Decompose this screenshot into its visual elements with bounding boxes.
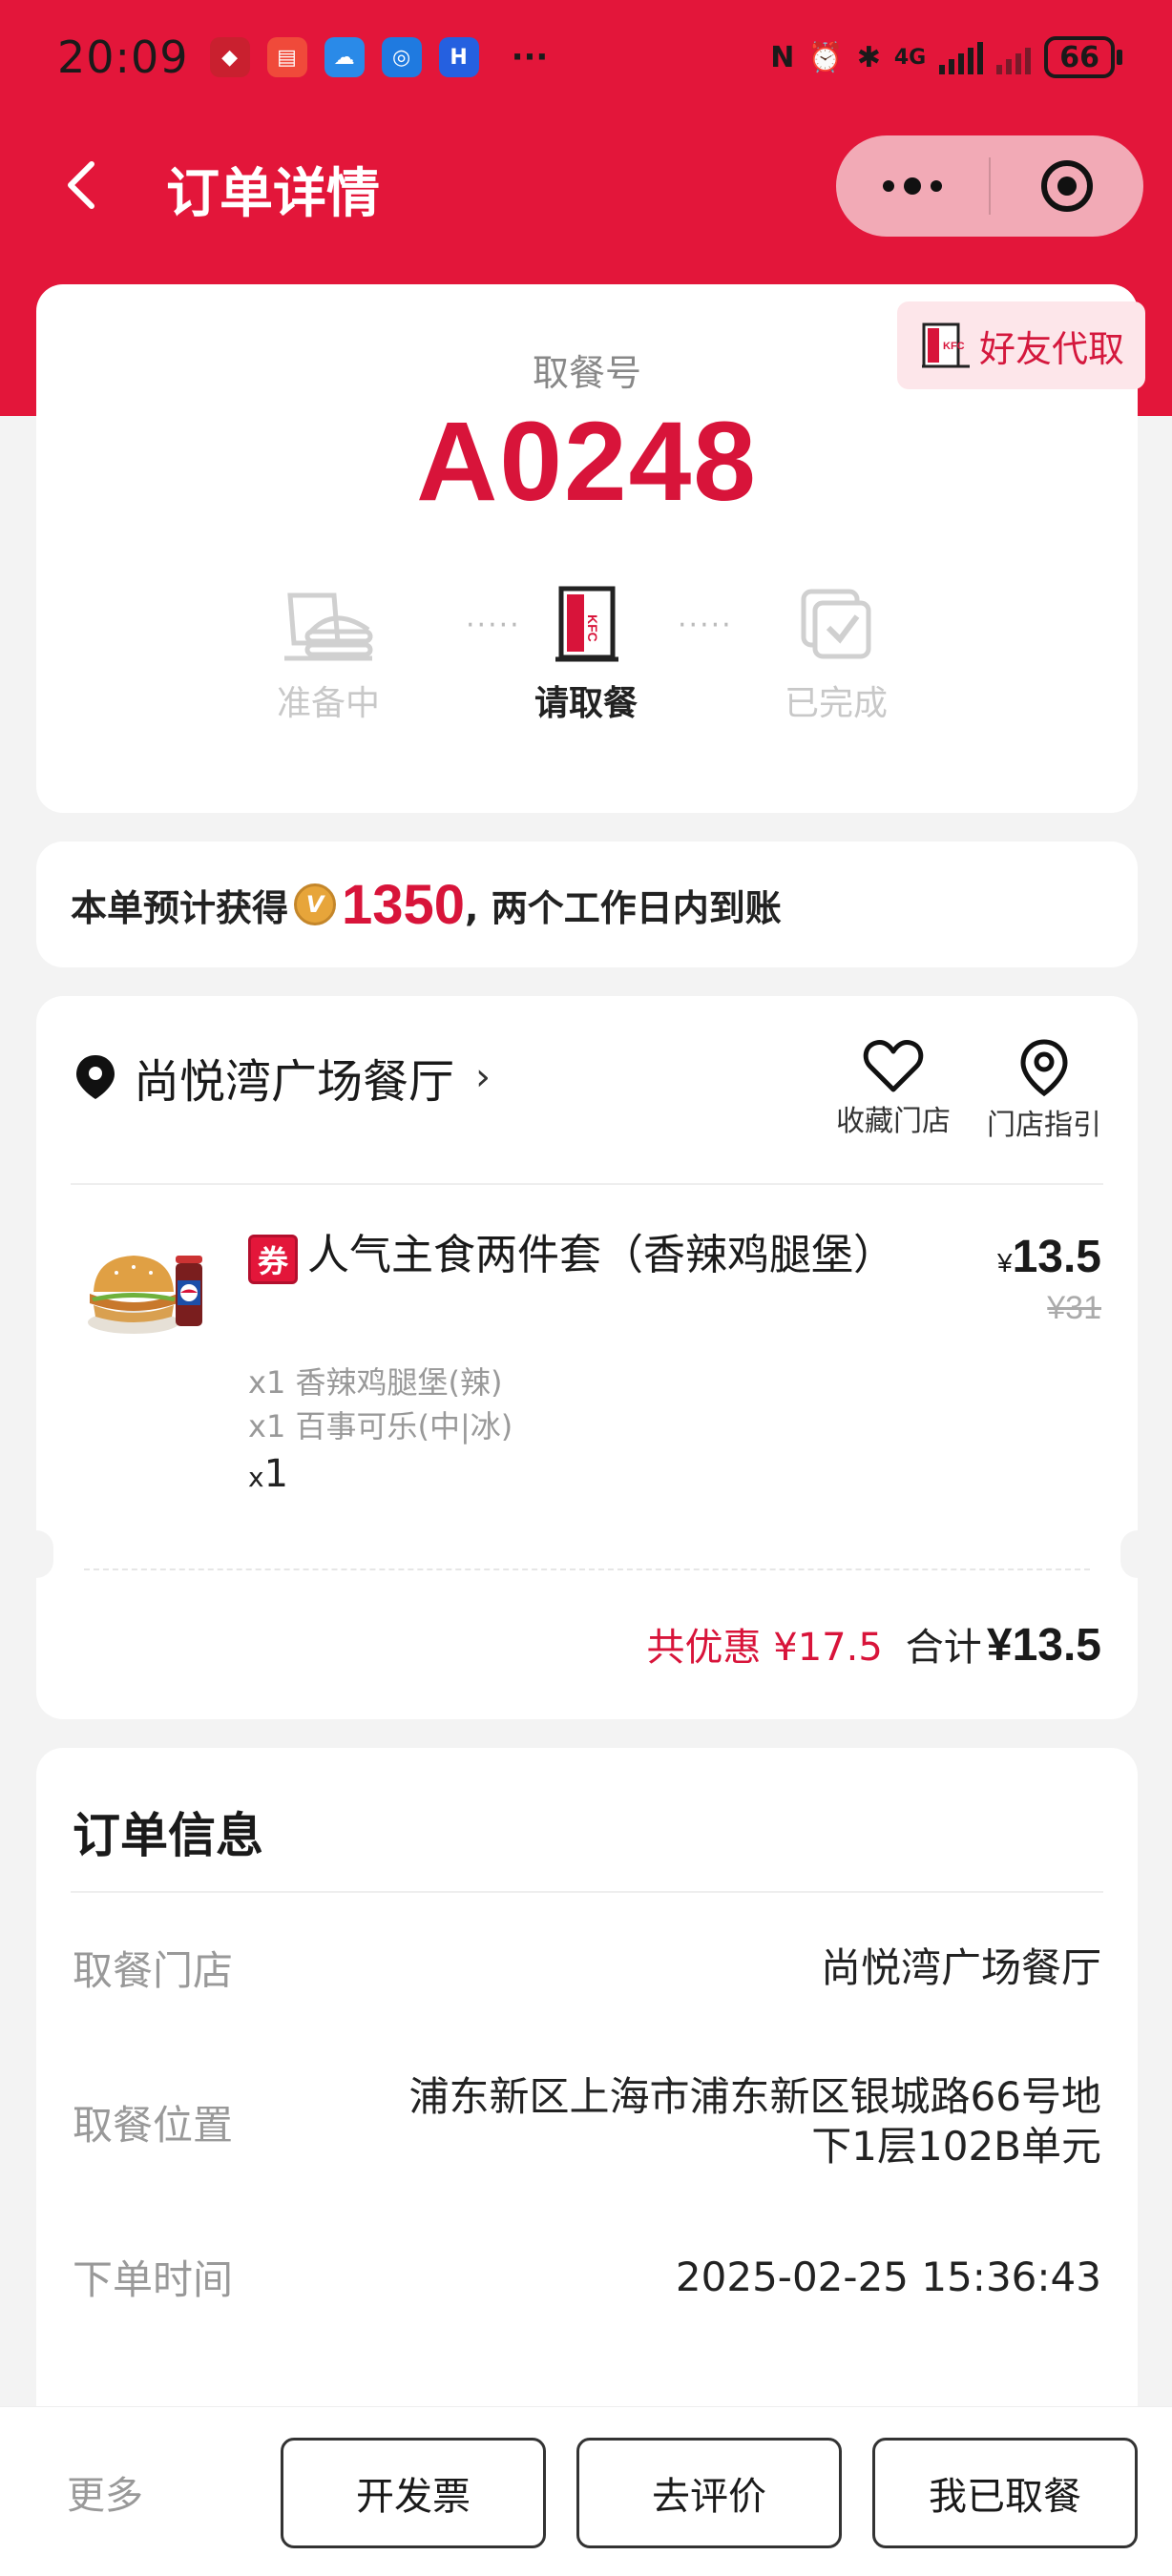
step-ready: KFC 请取餐 [491, 580, 681, 725]
total-value: ¥13.5 [986, 1620, 1101, 1671]
step-label: 已完成 [784, 684, 888, 723]
section-title: 订单信息 [73, 1808, 263, 1863]
order-total: 共优惠 ¥17.5 合计 ¥13.5 [647, 1616, 1101, 1672]
ticket-notch-left [19, 1530, 53, 1578]
map-pin-icon [1020, 1039, 1068, 1097]
step-label: 请取餐 [534, 684, 638, 723]
store-name: 尚悦湾广场餐厅 [134, 1055, 455, 1109]
app-notification-icon: ◆ [209, 37, 250, 77]
signal-icon [939, 40, 984, 74]
battery-level: 66 [1059, 40, 1099, 74]
pickup-number: A0248 [416, 399, 758, 525]
heart-icon [863, 1040, 924, 1092]
capsule-more-button[interactable] [836, 135, 989, 237]
total-label: 合计 [905, 1626, 982, 1670]
points-suffix: , 两个工作日内到账 [465, 886, 782, 929]
weather-app-icon: ☁ [324, 37, 365, 77]
item-original-price: ¥31 [1047, 1290, 1101, 1326]
page-title: 订单详情 [166, 163, 380, 225]
points-card: 本单预计获得 V 1350 , 两个工作日内到账 [36, 841, 1138, 967]
qty-value: 1 [263, 1452, 289, 1496]
step-label: 准备中 [276, 684, 380, 723]
chevron-right-icon: › [475, 1055, 492, 1099]
info-row: 取餐门店 尚悦湾广场餐厅 [73, 1939, 1101, 1997]
status-bar: 20:09 ◆ ▤ ☁ ◎ H ··· N ⏰ ✱ 4G 66 [0, 0, 1172, 114]
favorite-store-label: 收藏门店 [836, 1105, 951, 1138]
capsule-close-button[interactable] [991, 135, 1143, 237]
nav-bar: 订单详情 [0, 124, 1172, 244]
signal-secondary-icon [996, 40, 1032, 74]
status-more-dots: ··· [511, 38, 549, 76]
status-indicators: N ⏰ ✱ 4G 66 [770, 36, 1122, 78]
store-link[interactable]: 尚悦湾广场餐厅 › [74, 1044, 491, 1111]
info-value: 浦东新区上海市浦东新区银城路66号地下1层102B单元 [408, 2073, 1101, 2170]
price-symbol: ¥ [997, 1248, 1013, 1278]
ticket-notch-right [1120, 1530, 1155, 1578]
favorite-store-button[interactable]: 收藏门店 [836, 1038, 951, 1139]
divider [71, 1891, 1103, 1893]
browser-app-icon: ◎ [381, 37, 422, 77]
bluetooth-icon: ✱ [856, 40, 881, 74]
more-dots-icon [883, 177, 942, 195]
battery-icon: 66 [1044, 36, 1122, 78]
preparing-icon [276, 580, 381, 668]
step-completed: 已完成 [741, 580, 931, 725]
store-guide-button[interactable]: 门店指引 [987, 1038, 1101, 1143]
points-prefix: 本单预计获得 [71, 886, 289, 929]
v-coin-icon: V [294, 883, 337, 925]
pickup-card: KFC 好友代取 取餐号 A0248 准备中 ····· KFC 请取餐 ···… [36, 284, 1145, 813]
miniprogram-capsule [836, 135, 1143, 237]
info-value: 2025-02-25 15:36:43 [675, 2253, 1101, 2300]
discount-amount: 共优惠 ¥17.5 [646, 1626, 883, 1670]
item-sub-line: x1 百事可乐(中|冰) [248, 1408, 513, 1444]
meal-image [84, 1235, 208, 1349]
review-button[interactable]: 去评价 [576, 2438, 842, 2548]
chevron-left-icon [68, 161, 94, 209]
nfc-icon: N [770, 40, 795, 74]
more-button[interactable]: 更多 [67, 2464, 143, 2520]
bottom-action-bar: 更多 开发票 去评价 我已取餐 [0, 2406, 1172, 2576]
network-type: 4G [893, 45, 927, 70]
pickup-number-label: 取餐号 [532, 352, 641, 394]
item-price: ¥13.5 [997, 1231, 1101, 1283]
target-close-icon [1041, 160, 1093, 212]
store-guide-label: 门店指引 [987, 1109, 1101, 1142]
location-pin-icon [76, 1055, 115, 1099]
picked-up-button[interactable]: 我已取餐 [872, 2438, 1138, 2548]
divider [71, 1183, 1103, 1185]
kfc-bag-active-icon: KFC [534, 580, 638, 668]
coupon-tag: 券 [248, 1235, 298, 1284]
h-app-icon: H [438, 37, 479, 77]
points-value: 1350 [342, 873, 466, 936]
status-time: 20:09 [57, 31, 189, 83]
completed-icon [784, 580, 889, 668]
item-name: 人气主食两件套（香辣鸡腿堡） [307, 1231, 895, 1279]
item-sub-line: x1 香辣鸡腿堡(辣) [248, 1364, 503, 1401]
price-value: 13.5 [1012, 1232, 1101, 1282]
alarm-icon: ⏰ [807, 40, 844, 74]
info-key: 取餐位置 [73, 2101, 234, 2149]
info-row: 下单时间 2025-02-25 15:36:43 [73, 2248, 1101, 2306]
dashed-divider [84, 1568, 1090, 1570]
svg-text:KFC: KFC [585, 614, 600, 642]
book-app-icon: ▤ [266, 37, 307, 77]
info-key: 取餐门店 [73, 1947, 234, 1994]
invoice-button[interactable]: 开发票 [281, 2438, 546, 2548]
order-card: 尚悦湾广场餐厅 › 收藏门店 门店指引 券 人气主食两件套（香辣鸡腿堡） ¥13… [19, 996, 1155, 1719]
order-progress: 准备中 ····· KFC 请取餐 ····· 已完成 [36, 580, 1138, 723]
step-preparing: 准备中 [233, 580, 424, 725]
status-app-icons: ◆ ▤ ☁ ◎ H ··· [209, 37, 549, 77]
qty-prefix: x [248, 1462, 264, 1493]
info-row: 取餐位置 浦东新区上海市浦东新区银城路66号地下1层102B单元 [73, 2072, 1101, 2171]
info-value: 尚悦湾广场餐厅 [820, 1943, 1101, 1991]
step-connector: ····· [678, 609, 733, 642]
info-key: 下单时间 [73, 2256, 234, 2303]
back-button[interactable] [55, 158, 109, 212]
item-quantity: x1 [248, 1452, 288, 1496]
